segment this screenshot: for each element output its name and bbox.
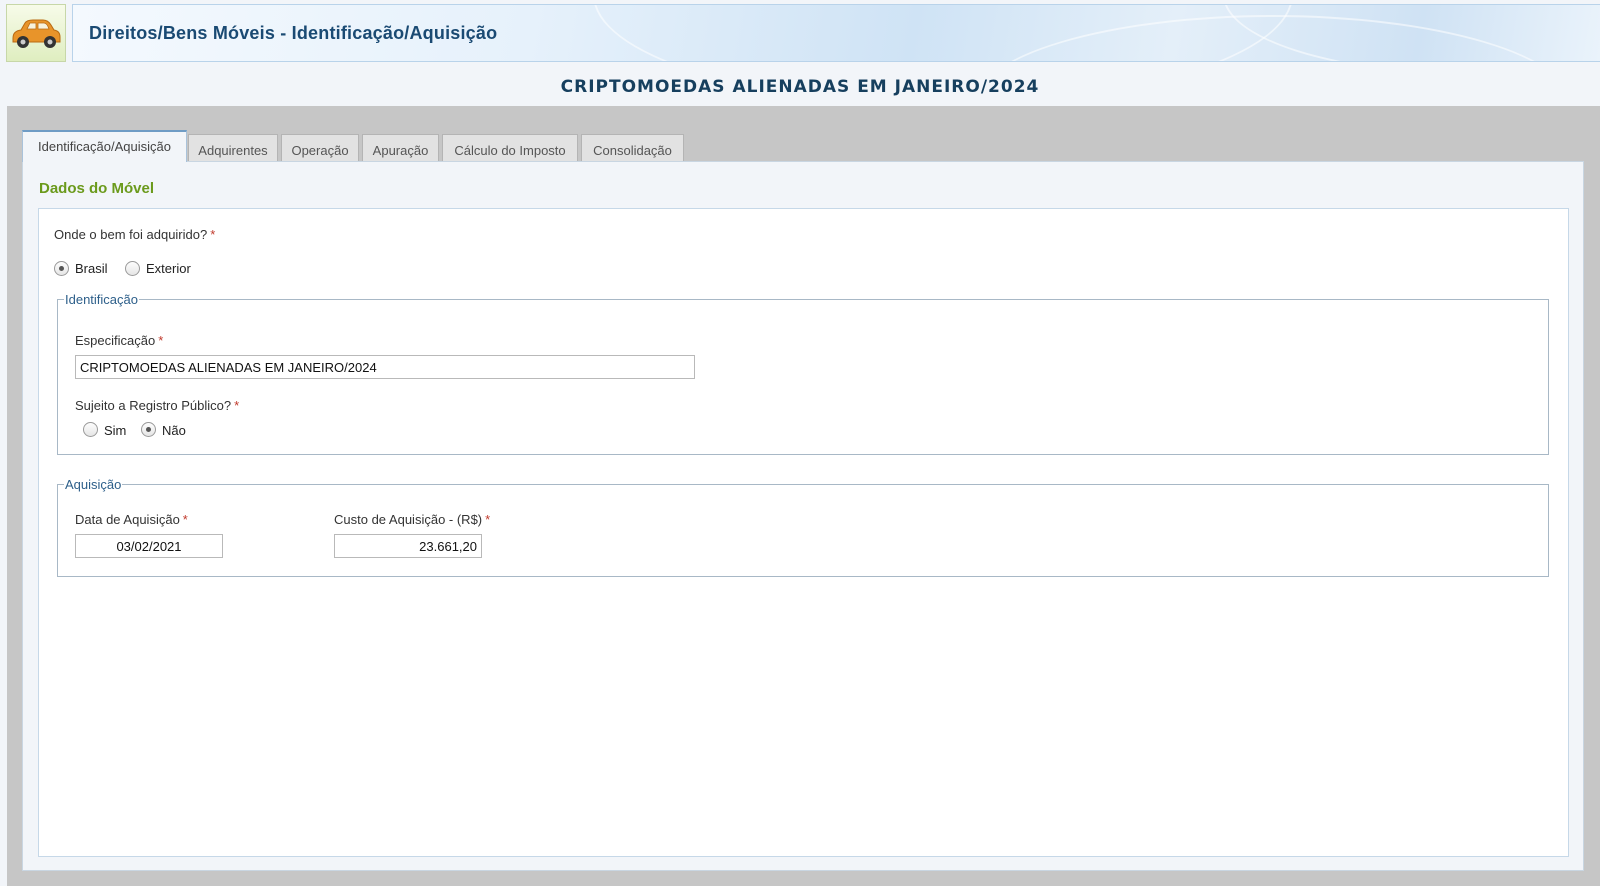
registro-question-text: Sujeito a Registro Público?: [75, 398, 232, 413]
window-title: Direitos/Bens Móveis - Identificação/Aqu…: [89, 23, 498, 43]
radio-sim[interactable]: [83, 422, 98, 437]
data-aquisicao-input[interactable]: [75, 534, 223, 558]
especificacao-input[interactable]: [75, 355, 695, 379]
radio-exterior[interactable]: [125, 261, 140, 276]
custo-aquisicao-input[interactable]: [334, 534, 482, 558]
data-aquisicao-label: Data de Aquisição *: [75, 512, 188, 527]
tab-apuracao[interactable]: Apuração: [362, 134, 439, 161]
radio-nao-label[interactable]: Não: [162, 423, 186, 438]
required-mark: *: [210, 227, 216, 242]
radio-sim-label[interactable]: Sim: [104, 423, 126, 438]
logo: [6, 4, 66, 62]
aquisicao-legend: Aquisição: [65, 477, 122, 492]
required-mark: *: [182, 512, 188, 527]
tab-consolidacao[interactable]: Consolidação: [581, 134, 684, 161]
radio-nao[interactable]: [141, 422, 156, 437]
app-header: Direitos/Bens Móveis - Identificação/Aqu…: [0, 0, 1600, 68]
title-banner: Direitos/Bens Móveis - Identificação/Aqu…: [72, 4, 1600, 62]
origin-question: Onde o bem foi adquirido? *: [54, 227, 215, 242]
required-mark: *: [234, 398, 240, 413]
especificacao-label: Especificação *: [75, 333, 163, 348]
section-title: Dados do Móvel: [39, 180, 155, 197]
identificacao-legend: Identificação: [65, 292, 138, 307]
data-aquisicao-label-text: Data de Aquisição: [75, 512, 180, 527]
origin-question-text: Onde o bem foi adquirido?: [54, 227, 208, 242]
tab-operacao[interactable]: Operação: [281, 134, 359, 161]
tab-calculo-do-imposto[interactable]: Cálculo do Imposto: [442, 134, 578, 161]
required-mark: *: [485, 512, 491, 527]
tab-adquirentes[interactable]: Adquirentes: [188, 134, 278, 161]
custo-aquisicao-label: Custo de Aquisição - (R$) *: [334, 512, 490, 527]
aquisicao-fieldset: Aquisição: [57, 477, 1549, 577]
required-mark: *: [158, 333, 164, 348]
page-title: CRIPTOMOEDAS ALIENADAS EM JANEIRO/2024: [560, 77, 1040, 97]
car-icon: [12, 19, 61, 48]
registro-question: Sujeito a Registro Público? *: [75, 398, 239, 413]
radio-brasil-label[interactable]: Brasil: [75, 261, 108, 276]
custo-aquisicao-label-text: Custo de Aquisição - (R$): [334, 512, 483, 527]
tab-identificacao-aquisicao[interactable]: Identificação/Aquisição: [22, 130, 187, 162]
especificacao-label-text: Especificação: [75, 333, 156, 348]
tab-content: Dados do Móvel Onde o bem foi adquirido?…: [22, 161, 1584, 871]
radio-exterior-label[interactable]: Exterior: [146, 261, 191, 276]
radio-brasil[interactable]: [54, 261, 69, 276]
form-panel: Onde o bem foi adquirido? * Brasil Exteri…: [38, 208, 1569, 857]
